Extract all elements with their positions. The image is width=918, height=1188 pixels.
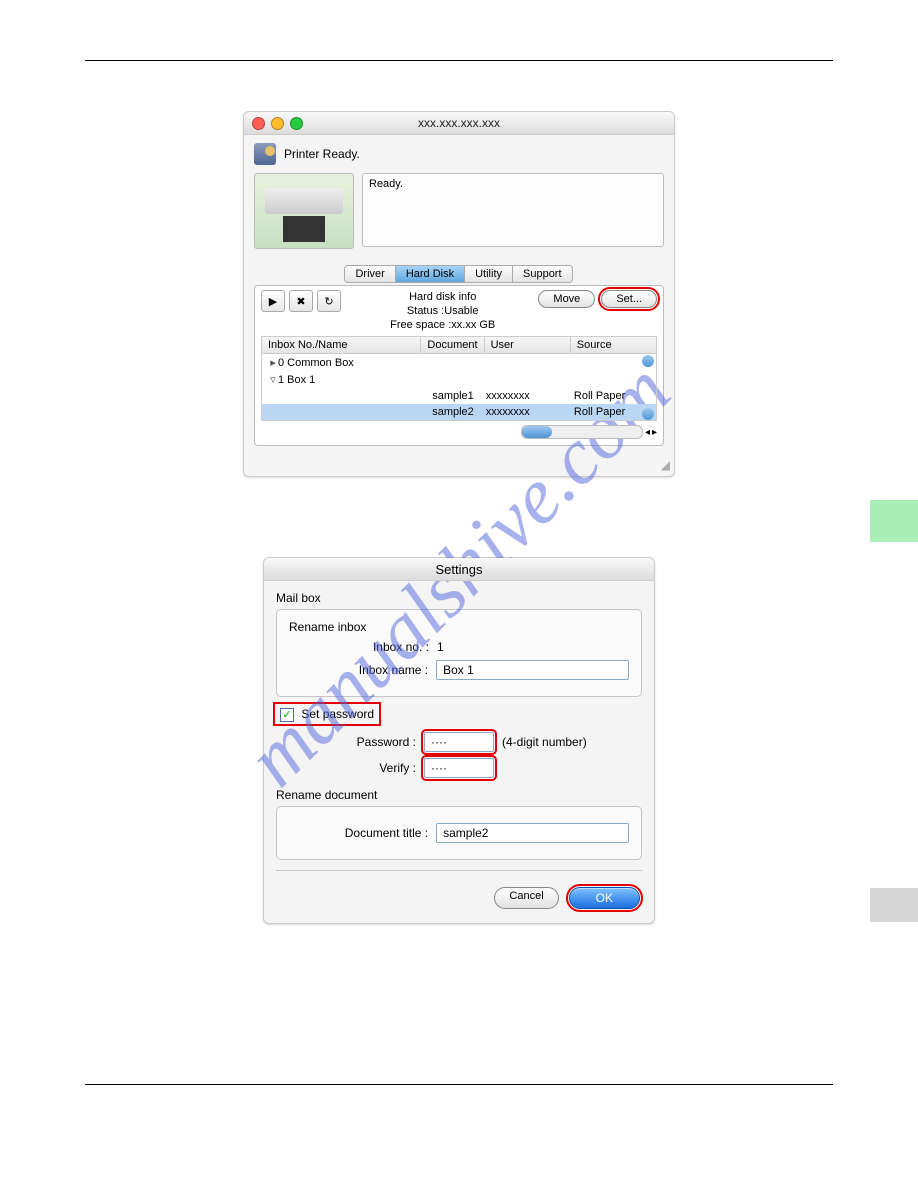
verify-label: Verify : (276, 761, 424, 775)
settings-window: Settings Mail box Rename inbox Inbox no.… (263, 557, 655, 924)
tab-hard-disk[interactable]: Hard Disk (395, 265, 465, 283)
move-button[interactable]: Move (538, 290, 595, 308)
document-list: ▸0 Common Box ▿1 Box 1 sample1 xxxxxxxx … (261, 354, 657, 421)
ok-button[interactable]: OK (569, 887, 640, 909)
play-button[interactable]: ▶ (261, 290, 285, 312)
disclosure-down-icon[interactable]: ▿ (268, 373, 278, 386)
vertical-scrollbar[interactable] (641, 354, 655, 421)
table-row[interactable]: sample1 xxxxxxxx Roll Paper (262, 388, 656, 404)
tab-utility[interactable]: Utility (464, 265, 513, 283)
password-label: Password : (276, 735, 424, 749)
scroll-left-icon[interactable]: ◂ (645, 427, 650, 438)
table-row[interactable]: ▿1 Box 1 (262, 371, 656, 388)
verify-input[interactable]: ···· (424, 758, 494, 778)
col-user[interactable]: User (485, 337, 571, 353)
settings-title: Settings (436, 562, 483, 577)
resize-handle-icon[interactable]: ◢ (244, 456, 674, 476)
password-hint: (4-digit number) (502, 735, 587, 749)
inbox-no-value: 1 (437, 640, 444, 654)
column-headers: Inbox No./Name Document User Source (261, 336, 657, 354)
hard-disk-panel: ▶ ✖ ↻ Hard disk info Status :Usable Free… (254, 285, 664, 446)
status-message-box: Ready. (362, 173, 664, 247)
tab-driver[interactable]: Driver (344, 265, 395, 283)
rename-inbox-label: Rename inbox (289, 620, 629, 634)
col-inbox[interactable]: Inbox No./Name (262, 337, 421, 353)
page-side-marker-gray (870, 888, 918, 922)
window-title: xxx.xxx.xxx.xxx (418, 116, 500, 130)
rename-document-label: Rename document (276, 788, 642, 802)
refresh-button[interactable]: ↻ (317, 290, 341, 312)
mailbox-group-label: Mail box (276, 591, 642, 605)
document-title-label: Document title : (289, 826, 436, 840)
disclosure-right-icon[interactable]: ▸ (268, 356, 278, 369)
printer-status-icon (254, 143, 276, 165)
col-source[interactable]: Source (571, 337, 656, 353)
document-title-input[interactable]: sample2 (436, 823, 629, 843)
inbox-name-label: Inbox name : (289, 663, 436, 677)
scroll-right-icon[interactable]: ▸ (652, 427, 657, 438)
col-document[interactable]: Document (421, 337, 484, 353)
horizontal-scrollbar[interactable] (521, 425, 643, 439)
tab-bar: Driver Hard Disk Utility Support (244, 259, 674, 285)
status-label: Status :Usable (347, 304, 538, 318)
printer-status-window: xxx.xxx.xxx.xxx Printer Ready. Ready. Dr… (243, 111, 675, 477)
table-row-selected[interactable]: sample2 xxxxxxxx Roll Paper (262, 404, 656, 420)
free-space-label: Free space :xx.xx GB (347, 318, 538, 332)
delete-button[interactable]: ✖ (289, 290, 313, 312)
set-password-label: Set password (301, 707, 374, 721)
tab-support[interactable]: Support (512, 265, 573, 283)
printer-ready-label: Printer Ready. (284, 147, 360, 161)
zoom-icon[interactable] (290, 117, 303, 130)
table-row[interactable]: ▸0 Common Box (262, 354, 656, 371)
set-password-checkbox[interactable]: ✓ (280, 708, 294, 722)
inbox-name-input[interactable]: Box 1 (436, 660, 629, 680)
inbox-no-label: Inbox no. : (289, 640, 437, 654)
printer-thumbnail (254, 173, 354, 249)
minimize-icon[interactable] (271, 117, 284, 130)
set-button[interactable]: Set... (601, 290, 657, 308)
cancel-button[interactable]: Cancel (494, 887, 558, 909)
titlebar: xxx.xxx.xxx.xxx (244, 112, 674, 135)
page-side-marker-green (870, 500, 918, 542)
settings-titlebar: Settings (264, 558, 654, 581)
password-input[interactable]: ···· (424, 732, 494, 752)
close-icon[interactable] (252, 117, 265, 130)
hard-disk-info-label: Hard disk info (347, 290, 538, 304)
